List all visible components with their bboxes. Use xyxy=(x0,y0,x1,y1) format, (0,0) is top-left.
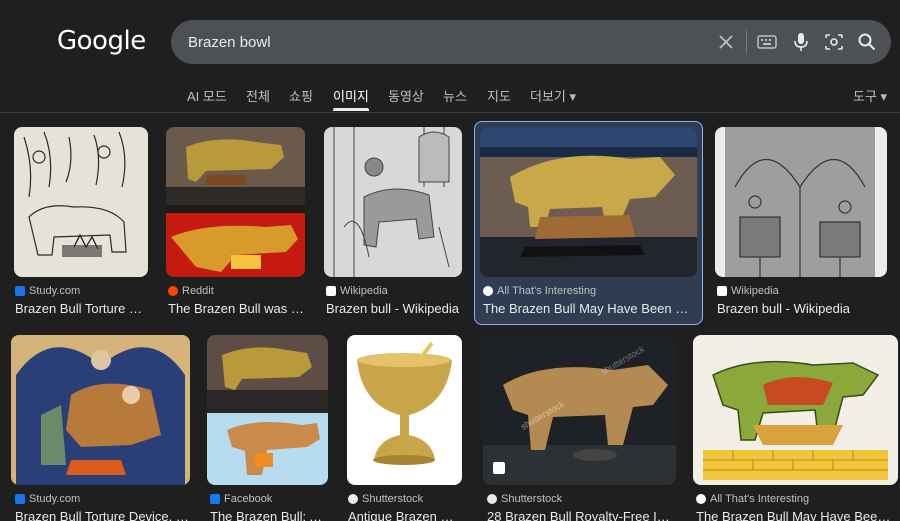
result-image[interactable] xyxy=(207,335,328,485)
result-title[interactable]: The Brazen Bull May Have Been His... xyxy=(483,301,695,316)
result-image[interactable] xyxy=(14,127,148,277)
result-image[interactable] xyxy=(11,335,190,485)
search-input[interactable] xyxy=(188,20,688,64)
result-source: Reddit xyxy=(182,285,214,297)
tab-videos[interactable]: 동영상 xyxy=(388,86,424,105)
allthatsinteresting-icon xyxy=(696,494,706,504)
result-title[interactable]: The Brazen Bull May Have Been ... xyxy=(696,509,896,521)
result-source: All That's Interesting xyxy=(497,285,597,297)
result-title[interactable]: The Brazen Bull was a... xyxy=(168,301,304,316)
result-card[interactable]: Study.com Brazen Bull Torture D... xyxy=(14,127,148,317)
wikipedia-icon xyxy=(326,286,336,296)
tools-button[interactable]: 도구 ▾ xyxy=(853,86,887,105)
search-bar[interactable] xyxy=(171,20,891,64)
studycom-icon xyxy=(15,494,25,504)
result-card-selected[interactable]: All That's Interesting The Brazen Bull M… xyxy=(474,121,703,325)
result-image[interactable] xyxy=(693,335,898,485)
tab-maps[interactable]: 지도 xyxy=(487,86,511,105)
result-image[interactable] xyxy=(480,127,697,277)
tabs-divider xyxy=(0,112,900,113)
result-source: Study.com xyxy=(29,493,81,505)
result-card[interactable]: Wikipedia Brazen bull - Wikipedia xyxy=(324,127,462,317)
result-image[interactable] xyxy=(715,127,887,277)
result-card[interactable]: Shutterstock Antique Brazen Ri... xyxy=(347,335,462,521)
tab-more[interactable]: 더보기 ▾ xyxy=(530,86,576,105)
tab-news[interactable]: 뉴스 xyxy=(443,86,467,105)
result-image[interactable] xyxy=(347,335,462,485)
tab-all[interactable]: 전체 xyxy=(246,86,270,105)
result-source: Study.com xyxy=(29,285,81,297)
result-title[interactable]: Brazen Bull Torture D... xyxy=(15,301,148,316)
search-icon[interactable] xyxy=(855,30,879,54)
wikipedia-icon xyxy=(717,286,727,296)
result-title[interactable]: Brazen bull - Wikipedia xyxy=(326,301,462,316)
allthatsinteresting-icon xyxy=(483,286,493,296)
result-title[interactable]: Brazen bull - Wikipedia xyxy=(717,301,887,316)
microphone-icon[interactable] xyxy=(789,30,813,54)
tab-images[interactable]: 이미지 xyxy=(333,86,369,111)
clear-icon[interactable] xyxy=(714,30,738,54)
result-title[interactable]: Antique Brazen Ri... xyxy=(348,509,462,521)
facebook-icon xyxy=(210,494,220,504)
result-card[interactable]: All That's Interesting The Brazen Bull M… xyxy=(693,335,898,521)
result-card[interactable]: Study.com Brazen Bull Torture Device, I.… xyxy=(11,335,190,521)
result-source: Wikipedia xyxy=(340,285,388,297)
google-logo[interactable]: Google xyxy=(57,26,146,56)
result-image[interactable] xyxy=(324,127,462,277)
search-divider xyxy=(746,30,747,54)
lens-icon[interactable] xyxy=(822,30,846,54)
result-card[interactable]: Wikipedia Brazen bull - Wikipedia xyxy=(715,127,887,317)
result-image[interactable] xyxy=(166,127,305,277)
tab-shopping[interactable]: 쇼핑 xyxy=(289,86,313,105)
result-card[interactable]: Reddit The Brazen Bull was a... xyxy=(166,127,305,317)
tab-ai-mode[interactable]: AI 모드 xyxy=(187,86,227,105)
result-title[interactable]: The Brazen Bull: A... xyxy=(210,509,328,521)
result-title[interactable]: Brazen Bull Torture Device, I... xyxy=(15,509,190,521)
result-title[interactable]: 28 Brazen Bull Royalty-Free Ima... xyxy=(487,509,676,521)
result-card[interactable]: shutterstock shutterstock Shutterstock 2… xyxy=(483,335,676,521)
result-card[interactable]: Facebook The Brazen Bull: A... xyxy=(207,335,328,521)
result-image[interactable]: shutterstock shutterstock xyxy=(483,335,676,485)
shutterstock-icon xyxy=(348,494,358,504)
result-source: Facebook xyxy=(224,493,273,505)
result-source: Shutterstock xyxy=(501,493,563,505)
search-tabs: AI 모드 전체 쇼핑 이미지 동영상 뉴스 지도 더보기 ▾ 도구 ▾ xyxy=(0,86,900,114)
keyboard-icon[interactable] xyxy=(755,30,779,54)
shutterstock-icon xyxy=(487,494,497,504)
reddit-icon xyxy=(168,286,178,296)
result-source: Shutterstock xyxy=(362,493,424,505)
result-source: All That's Interesting xyxy=(710,493,810,505)
result-source: Wikipedia xyxy=(731,285,779,297)
studycom-icon xyxy=(15,286,25,296)
